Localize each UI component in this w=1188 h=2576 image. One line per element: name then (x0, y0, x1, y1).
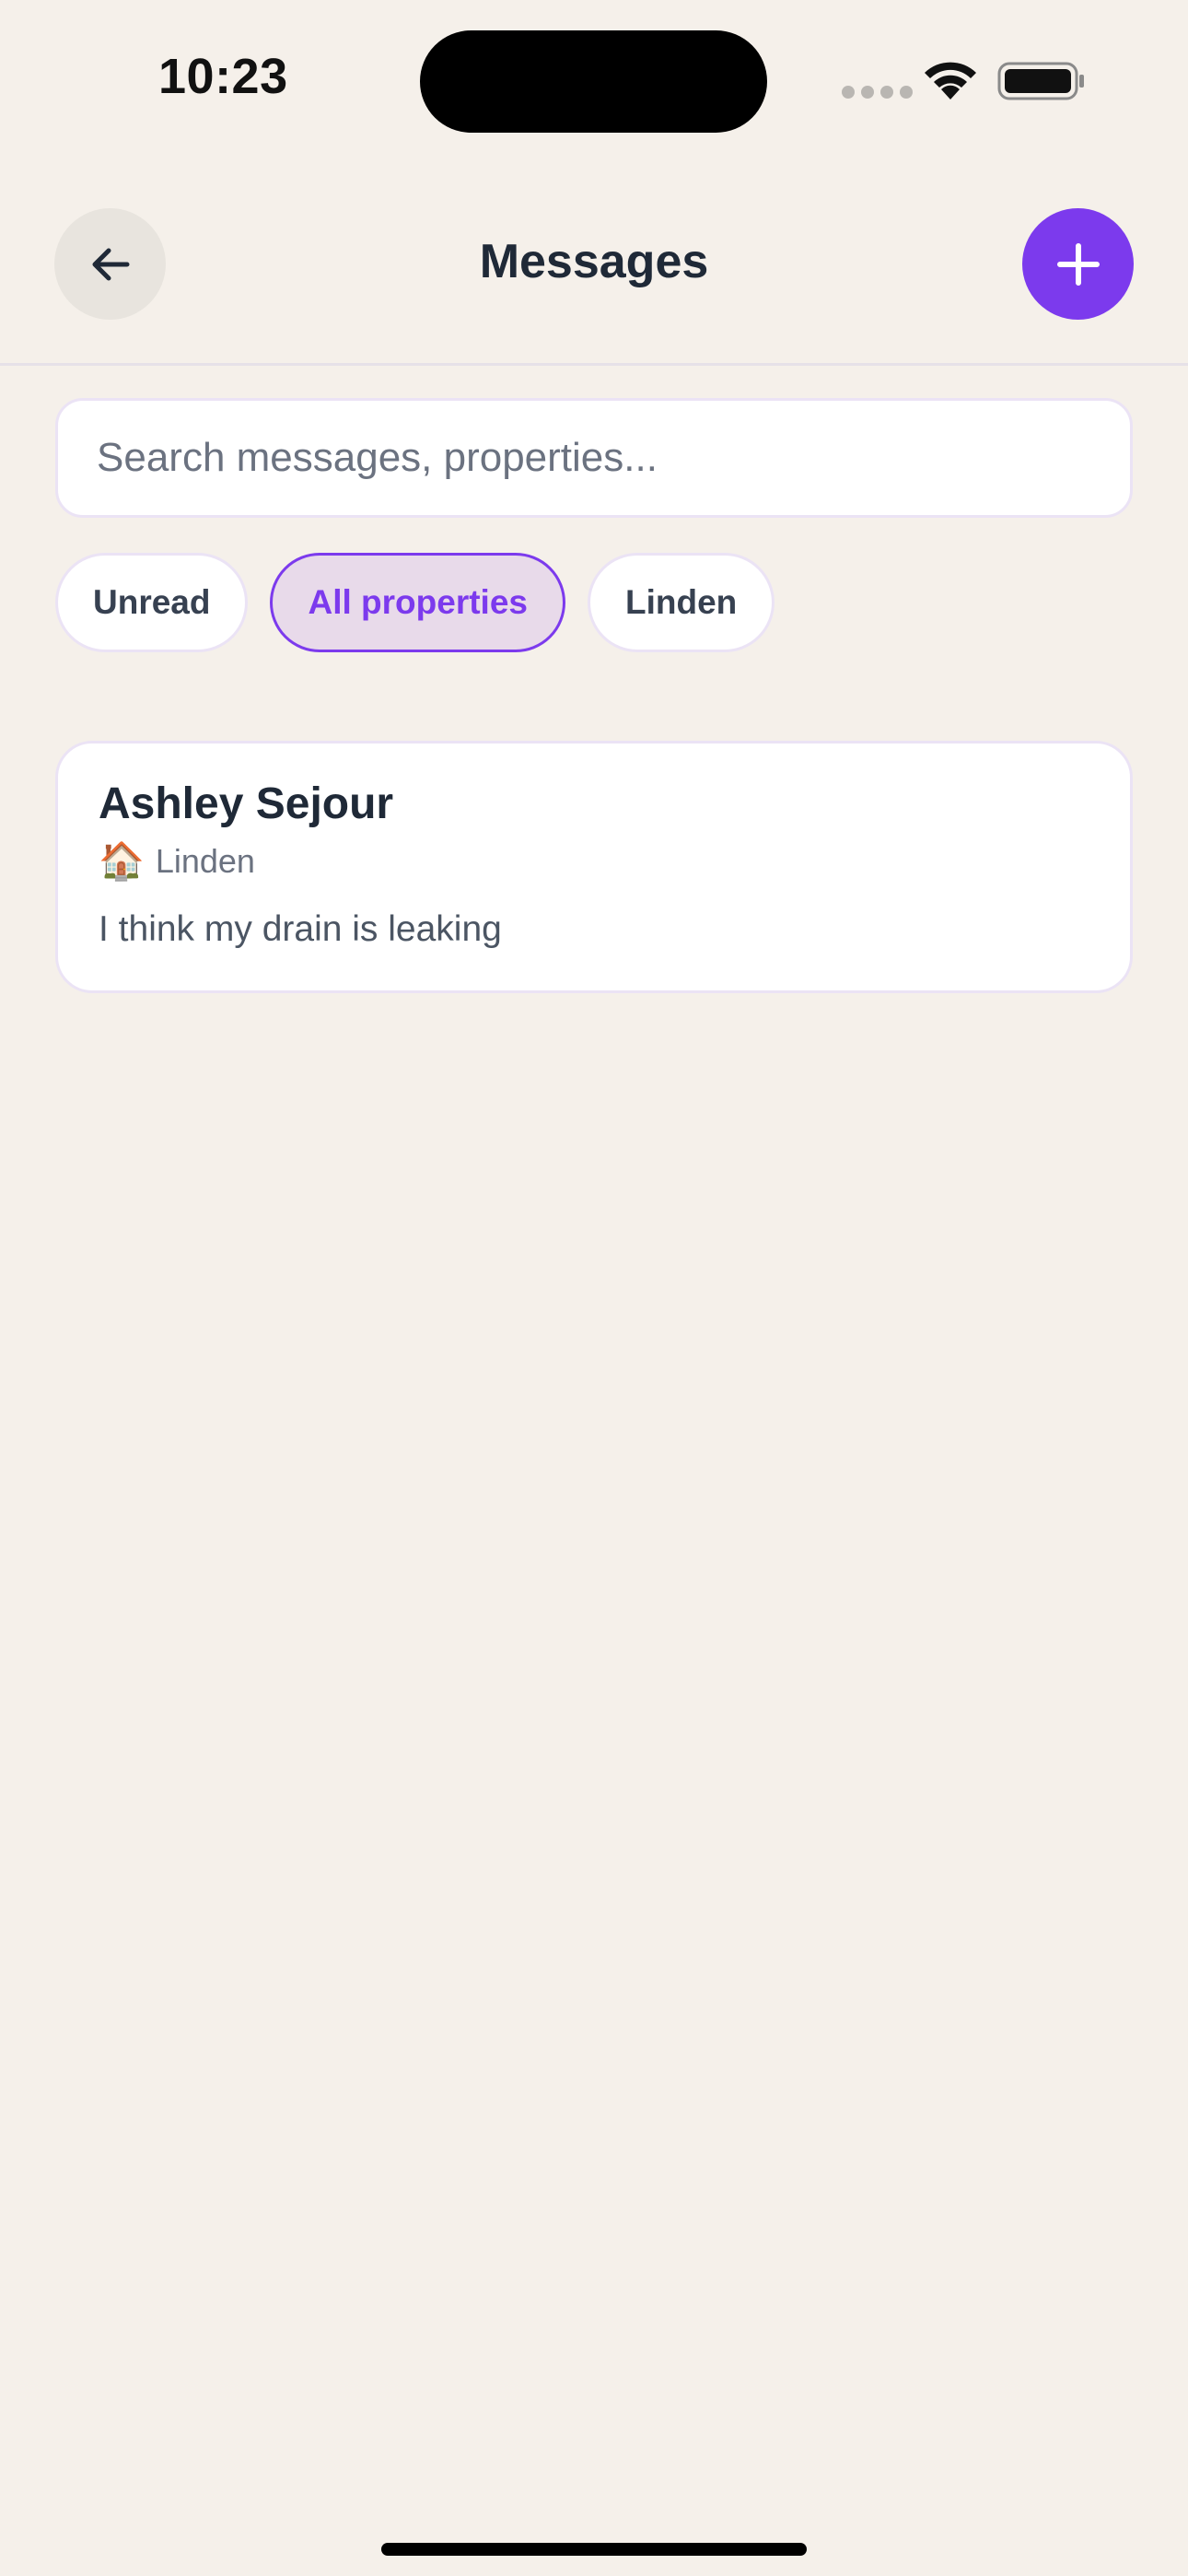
header: Messages (0, 201, 1188, 366)
filter-chips: Unread All properties Linden (55, 553, 775, 652)
filter-chip-linden[interactable]: Linden (587, 553, 775, 652)
cellular-signal-icon (842, 86, 913, 99)
new-message-button[interactable] (1022, 208, 1134, 320)
page-title: Messages (479, 235, 709, 288)
search-input[interactable] (55, 398, 1133, 518)
back-button[interactable] (54, 208, 166, 320)
dynamic-island (420, 30, 767, 133)
house-icon: 🏠 (99, 840, 145, 883)
message-preview: I think my drain is leaking (99, 909, 502, 949)
filter-chip-all-properties[interactable]: All properties (270, 553, 565, 652)
property-name: Linden (155, 842, 255, 880)
conversation-item[interactable]: Ashley Sejour 🏠 Linden I think my drain … (55, 741, 1133, 993)
plus-icon (1056, 242, 1100, 286)
arrow-left-icon (92, 248, 129, 280)
status-time: 10:23 (158, 49, 288, 104)
property-row: 🏠 Linden (99, 843, 1089, 880)
wifi-icon (925, 62, 976, 100)
contact-name: Ashley Sejour (99, 779, 394, 828)
filter-chip-unread[interactable]: Unread (55, 553, 249, 652)
battery-icon (997, 62, 1084, 100)
home-indicator[interactable] (381, 2543, 807, 2556)
